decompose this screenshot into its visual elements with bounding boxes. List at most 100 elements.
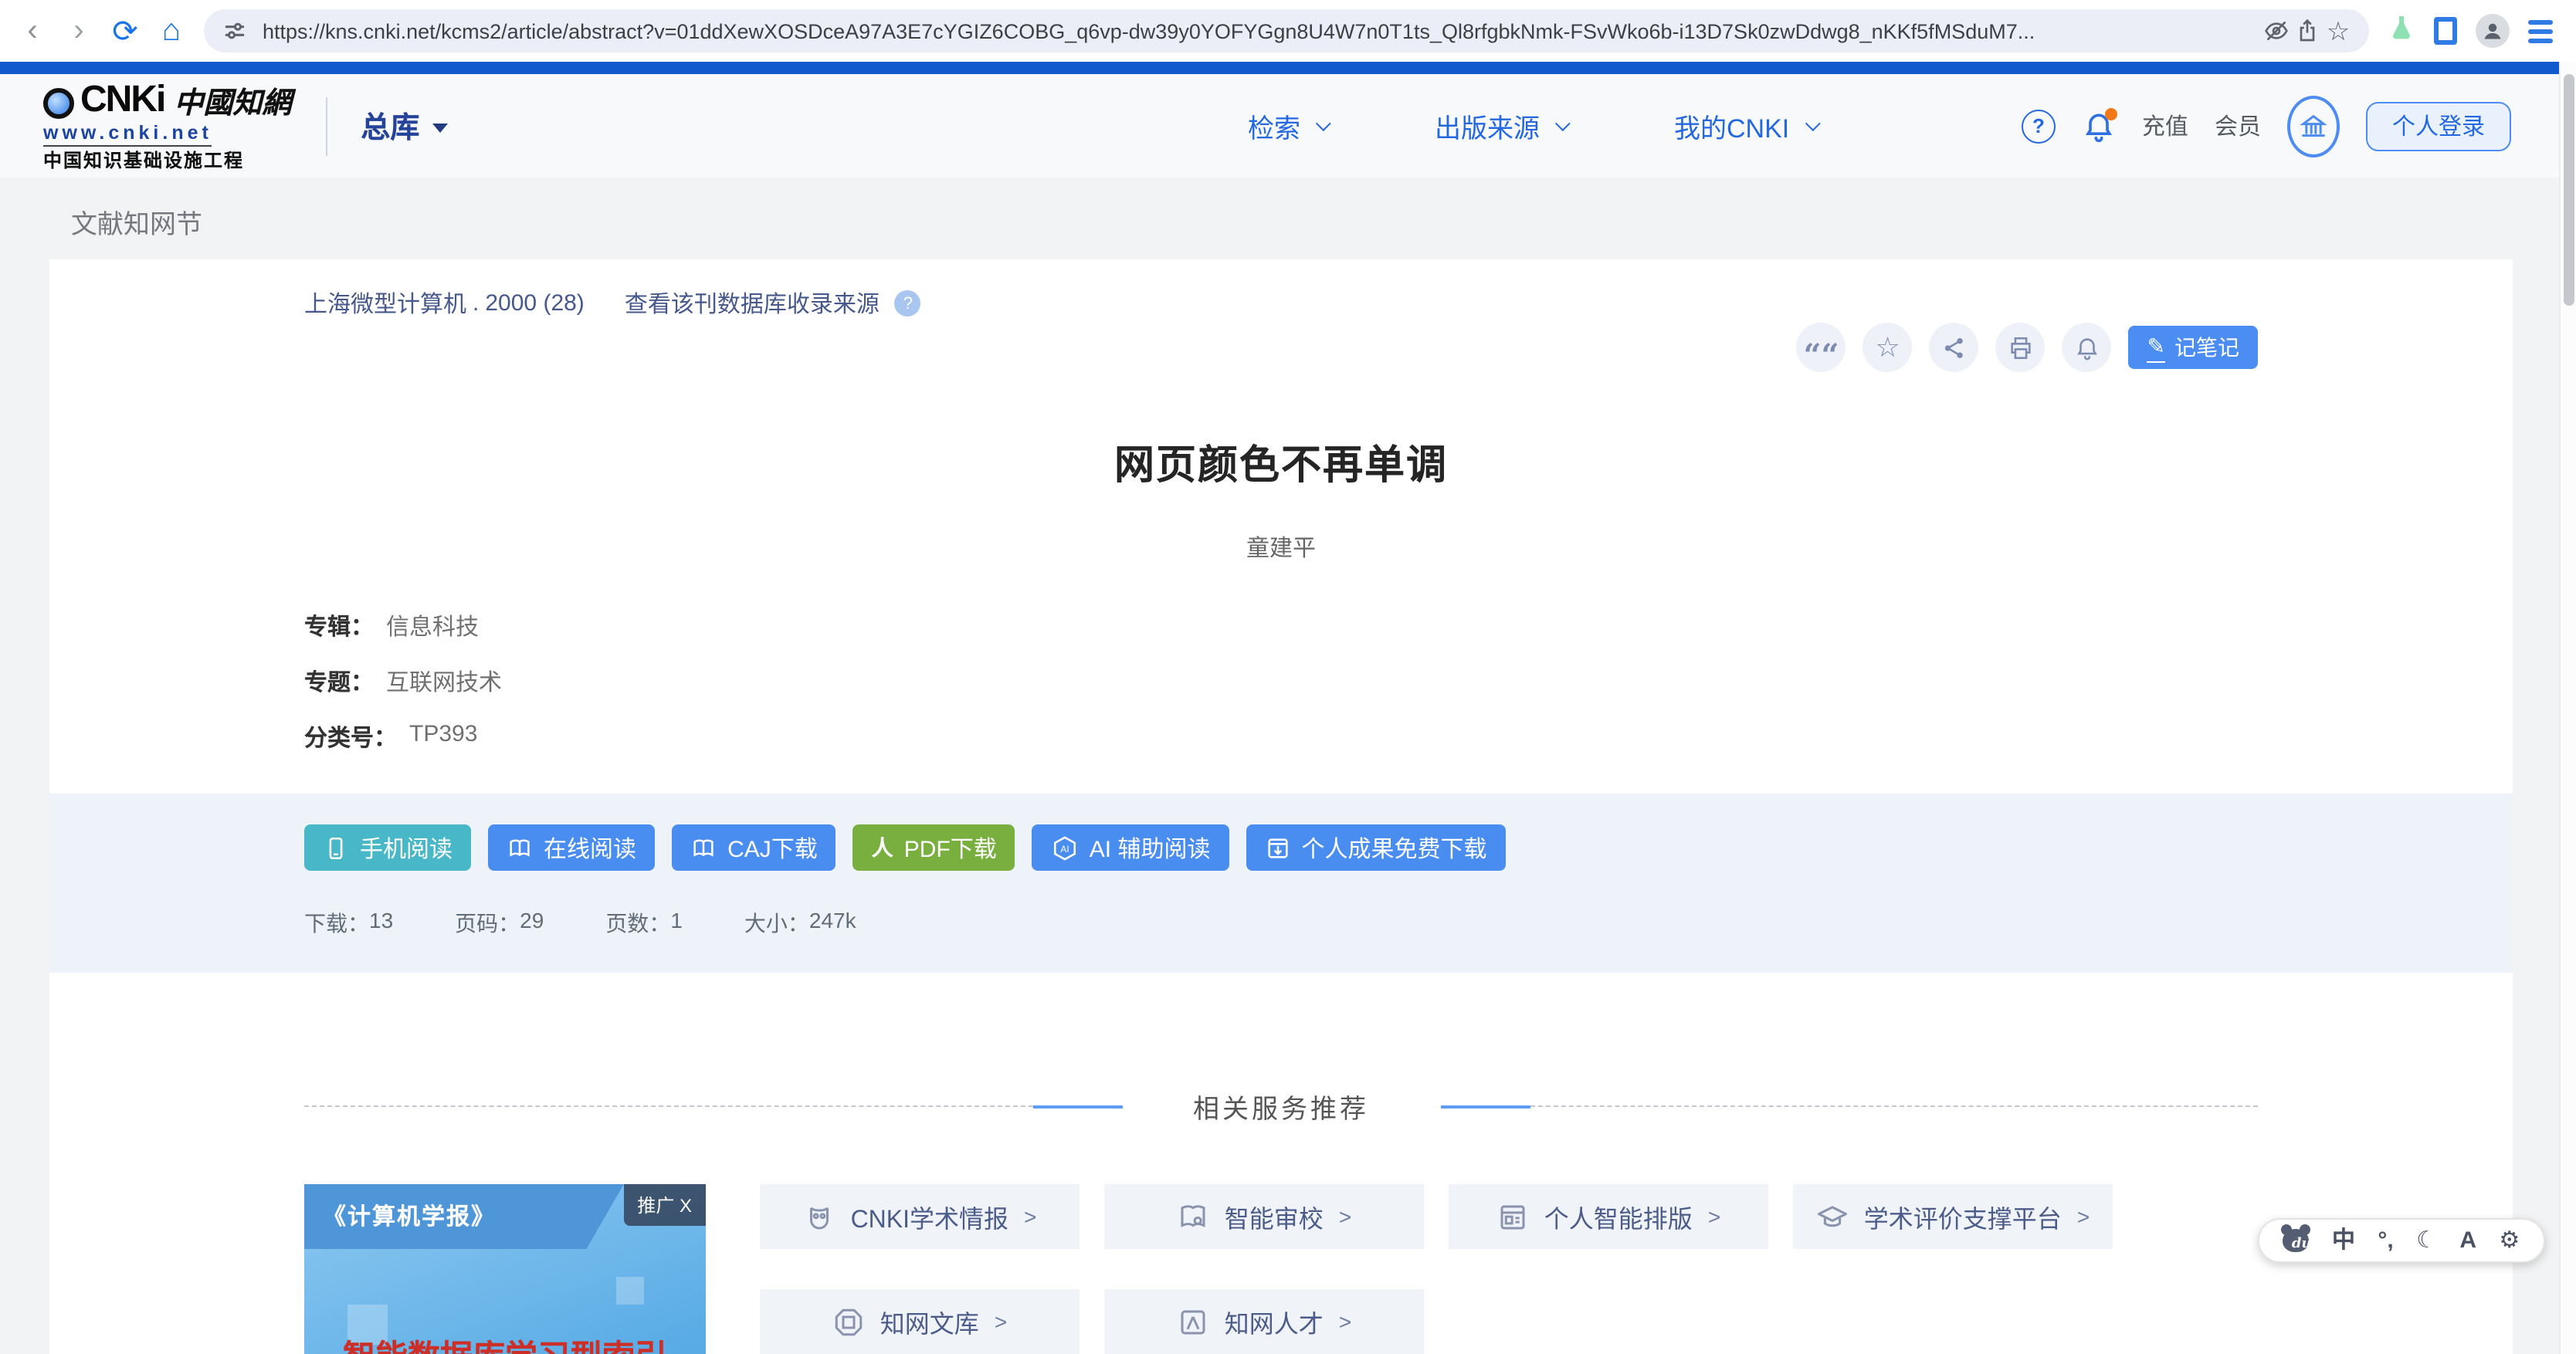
online-read-button[interactable]: 在线阅读 — [488, 824, 655, 871]
notification-bell-icon[interactable] — [2082, 107, 2116, 144]
url-text[interactable]: https://kns.cnki.net/kcms2/article/abstr… — [263, 19, 2261, 42]
settings-gear-icon[interactable]: ⚙ — [2499, 1229, 2520, 1252]
cnki-brand-text: CNKi — [80, 82, 164, 119]
promo-close-badge[interactable]: 推广 X — [623, 1184, 706, 1226]
nav-search[interactable]: 检索 — [1248, 107, 1327, 145]
meta-label: 专辑： — [304, 610, 374, 642]
pdf-download-button[interactable]: 人 PDF下载 — [853, 824, 1015, 871]
chevron-down-icon — [1316, 116, 1331, 131]
take-notes-button[interactable]: ✎ 记笔记 — [2129, 326, 2258, 369]
button-label: 个人成果免费下载 — [1301, 831, 1486, 864]
star-icon: ☆ — [1875, 333, 1900, 361]
cite-button[interactable]: ““ — [1797, 323, 1846, 372]
portal-label: 总库 — [361, 105, 419, 147]
print-button[interactable] — [1996, 323, 2046, 372]
service-cnki-academic-intel[interactable]: CNKI学术情报 > — [760, 1184, 1080, 1249]
punctuation-icon[interactable]: °, — [2378, 1229, 2393, 1252]
service-label: CNKI学术情报 — [851, 1198, 1008, 1235]
graduation-cap-icon — [1816, 1200, 1849, 1233]
dark-mode-moon-icon[interactable]: ☾ — [2416, 1229, 2437, 1252]
service-academic-evaluation[interactable]: 学术评价支撑平台 > — [1793, 1184, 2113, 1249]
db-source-link[interactable]: 查看该刊数据库收录来源 — [625, 287, 880, 320]
promo-headline: 智能数据库学习型索引 — [304, 1332, 706, 1354]
caj-download-button[interactable]: CAJ下载 — [672, 824, 836, 871]
browser-menu-icon[interactable] — [2528, 19, 2553, 42]
dashed-line — [1530, 1105, 2258, 1107]
blue-line-segment — [1032, 1105, 1122, 1108]
take-notes-label: 记笔记 — [2174, 332, 2239, 363]
flask-extension-icon[interactable] — [2388, 13, 2415, 49]
scrollbar-thumb[interactable] — [2564, 74, 2574, 306]
article-card: 上海微型计算机 . 2000 (28) 查看该刊数据库收录来源 ? ““ ☆ — [49, 259, 2513, 1354]
site-info-icon[interactable] — [219, 15, 250, 46]
stat-downloads: 下载：13 — [304, 908, 393, 939]
journal-source-row: 上海微型计算机 . 2000 (28) 查看该刊数据库收录来源 ? — [304, 259, 2258, 320]
promo-banner[interactable]: 《计算机学报》 推广 X 智能数据库学习型索引 研究综述 — [304, 1184, 706, 1354]
journal-name[interactable]: 上海微型计算机 — [304, 287, 466, 320]
button-label: 在线阅读 — [544, 831, 636, 864]
svg-text:AI: AI — [1060, 843, 1069, 854]
printer-icon — [2008, 334, 2034, 361]
cnki-domain-text: www.cnki.net — [43, 124, 212, 147]
bell-icon — [2074, 334, 2100, 361]
seal-icon — [832, 1305, 865, 1338]
favorite-button[interactable]: ☆ — [1863, 323, 1913, 372]
main-nav: 检索 出版来源 我的CNKI — [1248, 107, 1815, 145]
journal-issue: 2000 (28) — [485, 290, 584, 316]
share-button[interactable] — [1930, 323, 1979, 372]
arrow-right-icon: > — [1024, 1204, 1036, 1229]
talent-logo-icon — [1177, 1305, 1209, 1338]
member-link[interactable]: 会员 — [2215, 110, 2261, 142]
service-label: 智能审校 — [1225, 1198, 1324, 1235]
recharge-link[interactable]: 充值 — [2142, 110, 2188, 142]
personal-free-download-button[interactable]: 个人成果免费下载 — [1246, 824, 1505, 871]
institution-icon[interactable] — [2287, 95, 2340, 157]
layout-icon — [1496, 1200, 1529, 1233]
address-bar[interactable]: https://kns.cnki.net/kcms2/article/abstr… — [204, 9, 2369, 52]
notification-dot — [2105, 107, 2117, 120]
personal-login-button[interactable]: 个人登录 — [2366, 101, 2511, 151]
meta-value: 互联网技术 — [386, 665, 502, 698]
service-cnki-wenku[interactable]: 知网文库 > — [760, 1289, 1080, 1354]
browser-back-icon[interactable]: ‹ — [9, 13, 56, 49]
cnki-logo[interactable]: CNKi 中國知網 www.cnki.net 中国知识基础设施工程 — [43, 82, 291, 171]
help-icon[interactable]: ? — [2022, 109, 2056, 143]
service-cnki-talent[interactable]: 知网人才 > — [1104, 1289, 1424, 1354]
portal-switcher[interactable]: 总库 — [361, 105, 447, 147]
cnki-header: CNKi 中國知網 www.cnki.net 中国知识基础设施工程 总库 检索 … — [0, 74, 2576, 178]
browser-home-icon[interactable]: ⌂ — [148, 13, 195, 49]
stat-page-count: 页数：1 — [605, 908, 683, 939]
service-label: 个人智能排版 — [1544, 1198, 1693, 1235]
breadcrumb: 文献知网节 — [0, 178, 2576, 241]
action-band: 手机阅读 在线阅读 CAJ下载 — [49, 794, 2513, 973]
nav-publications-label: 出版来源 — [1435, 107, 1540, 145]
password-eye-off-icon[interactable] — [2261, 15, 2292, 46]
nav-publications[interactable]: 出版来源 — [1435, 107, 1566, 145]
blue-extension-icon[interactable] — [2434, 17, 2457, 45]
browser-forward-icon[interactable]: › — [56, 13, 102, 49]
service-smart-proofread[interactable]: 智能审校 > — [1104, 1184, 1424, 1249]
translate-icon[interactable]: 中 — [2332, 1229, 2355, 1252]
baidu-bear-icon[interactable]: du — [2283, 1229, 2310, 1252]
scrollbar-track[interactable] — [2559, 62, 2576, 1354]
browser-refresh-icon[interactable]: ⟳ — [102, 12, 148, 50]
nav-my-cnki-label: 我的CNKI — [1674, 107, 1789, 145]
article-author[interactable]: 童建平 — [304, 531, 2258, 564]
mobile-read-button[interactable]: 手机阅读 — [304, 824, 471, 871]
bookmark-star-icon[interactable]: ☆ — [2323, 15, 2354, 46]
share-page-icon[interactable] — [2292, 15, 2323, 46]
adobe-pdf-icon: 人 — [872, 837, 893, 858]
help-badge-icon[interactable]: ? — [895, 290, 921, 316]
cnki-slogan-text: 中国知识基础设施工程 — [43, 152, 291, 171]
ai-assist-read-button[interactable]: AI AI 辅助阅读 — [1032, 824, 1229, 871]
arrow-right-icon: > — [1339, 1309, 1351, 1334]
meta-value: TP393 — [409, 721, 477, 753]
font-reader-icon[interactable]: A — [2459, 1229, 2476, 1252]
browser-profile-avatar[interactable] — [2476, 14, 2510, 48]
alert-button[interactable] — [2062, 323, 2112, 372]
arrow-right-icon: > — [1339, 1204, 1351, 1229]
nav-my-cnki[interactable]: 我的CNKI — [1674, 107, 1815, 145]
open-book-icon — [690, 834, 717, 861]
service-smart-typesetting[interactable]: 个人智能排版 > — [1449, 1184, 1768, 1249]
arrow-right-icon: > — [2077, 1204, 2090, 1229]
